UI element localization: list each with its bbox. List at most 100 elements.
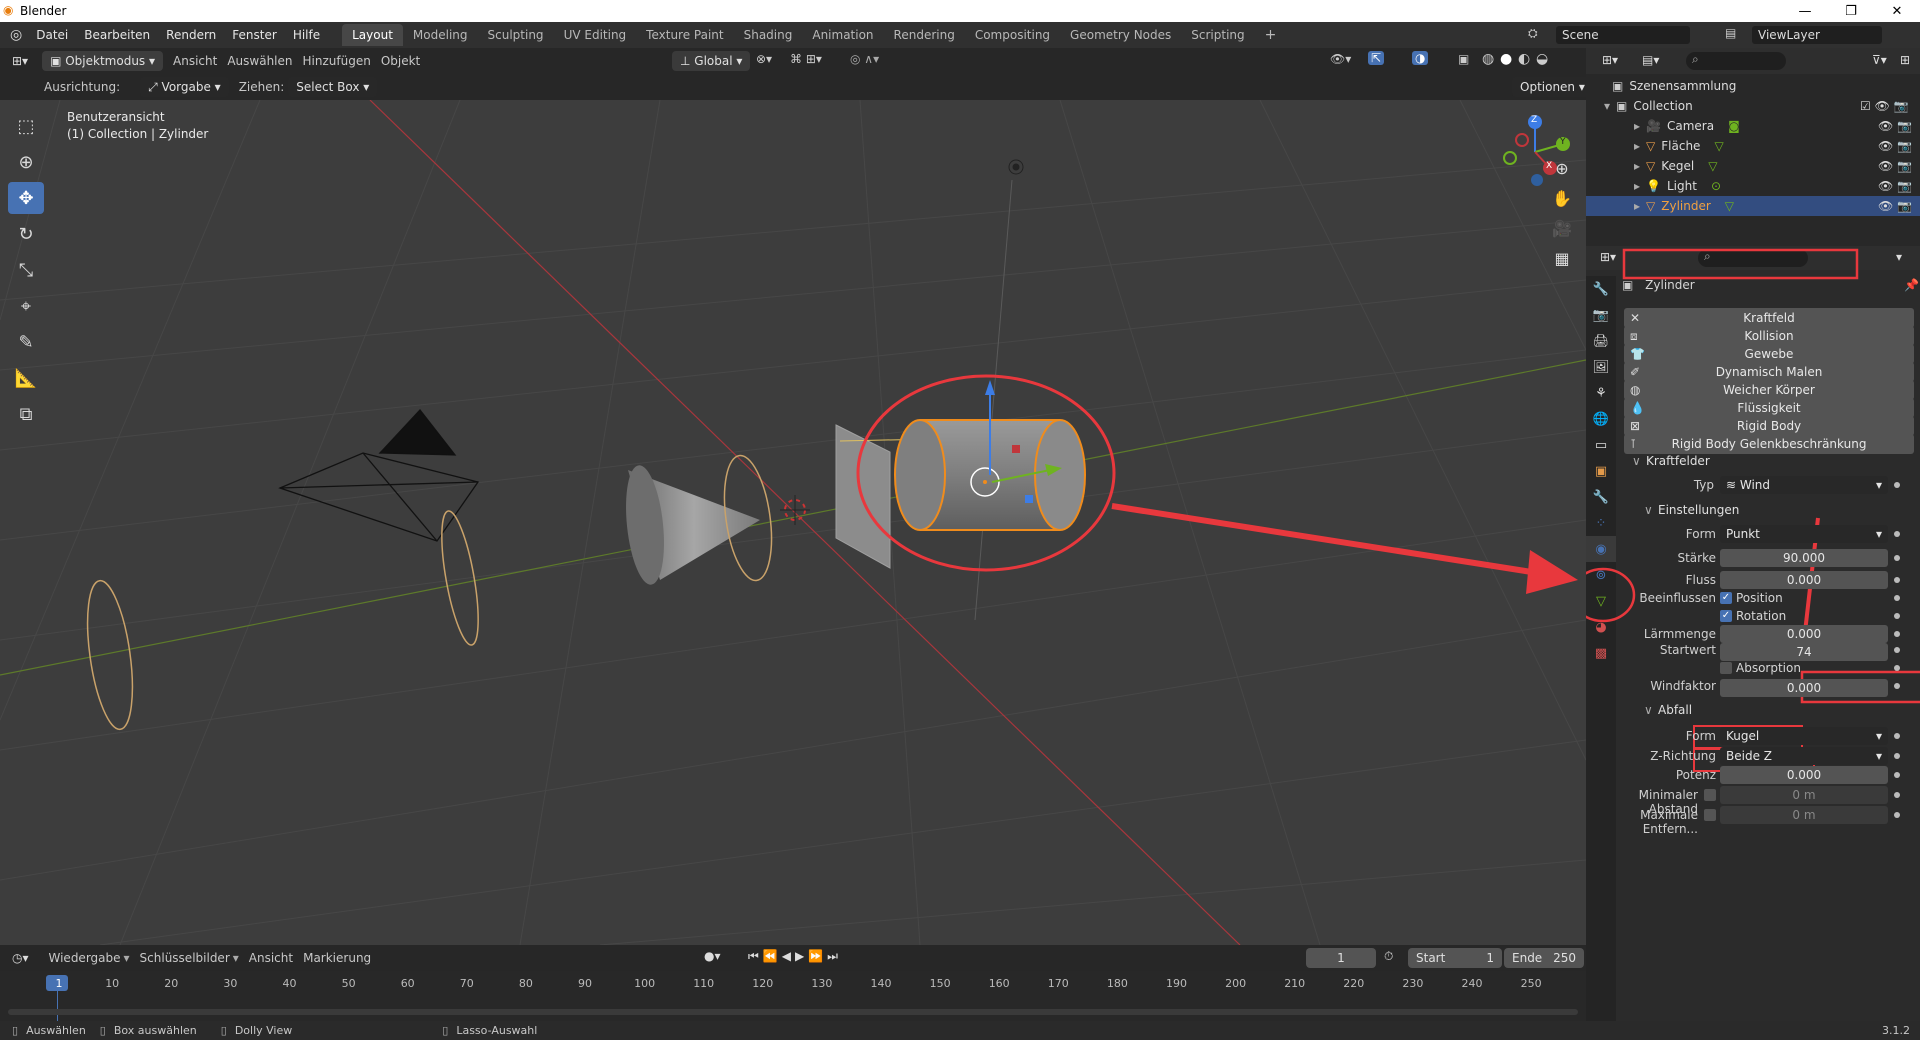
menu-bearbeiten[interactable]: Bearbeiten	[76, 28, 158, 42]
abfall-chevron-icon[interactable]: ∨	[1644, 703, 1653, 717]
max-entf-field[interactable]: 0 m	[1720, 806, 1888, 824]
playback-controls-icon[interactable]: ⏮⏪◀▶⏩⏭	[748, 949, 842, 964]
menu-ansicht[interactable]: Ansicht	[173, 54, 217, 68]
menu-datei[interactable]: Datei	[28, 28, 76, 42]
fluss-field[interactable]: 0.000	[1720, 571, 1888, 589]
viewlayer-selector[interactable]: ViewLayer	[1752, 26, 1882, 44]
tab-shading[interactable]: Shading	[734, 24, 803, 46]
visibility-render-icons[interactable]: 👁 📷	[1878, 199, 1912, 213]
ausrichtung-dropdown[interactable]: ⤢ Vorgabe ▾	[140, 77, 229, 97]
camera-view-icon[interactable]: 🎥	[1548, 214, 1576, 242]
visibility-render-icons[interactable]: 👁 📷	[1878, 119, 1912, 133]
menu-hinzufuegen[interactable]: Hinzufügen	[303, 54, 371, 68]
laermmenge-keyframe-dot[interactable]	[1894, 631, 1900, 637]
tab-animation[interactable]: Animation	[802, 24, 883, 46]
fluss-keyframe-dot[interactable]	[1894, 577, 1900, 583]
end-frame-field[interactable]: Ende 250	[1504, 948, 1584, 968]
maximize-button[interactable]: ❐	[1828, 0, 1874, 22]
kraftfelder-chevron-icon[interactable]: ∨	[1632, 454, 1641, 468]
typ-keyframe-dot[interactable]	[1894, 482, 1900, 488]
move-tool-icon[interactable]: ✥	[8, 182, 44, 214]
rotate-tool-icon[interactable]: ↻	[8, 218, 44, 250]
shading-rendered-icon[interactable]: ◒	[1536, 51, 1548, 67]
visibility-render-icons[interactable]: 👁 📷	[1878, 159, 1912, 173]
einstellungen-chevron-icon[interactable]: ∨	[1644, 503, 1653, 517]
gizmo-z-label[interactable]: Z	[1531, 115, 1537, 125]
tab-layout[interactable]: Layout	[342, 24, 403, 46]
blender-menu-icon[interactable]: ◎	[10, 27, 22, 43]
form-keyframe-dot[interactable]	[1894, 531, 1900, 537]
menu-rendern[interactable]: Rendern	[158, 28, 224, 42]
outliner-row-flaeche[interactable]: ▸ ▽ Fläche ▽ 👁 📷	[1586, 136, 1920, 156]
windfaktor-field[interactable]: 0.000	[1720, 679, 1888, 697]
potenz-field[interactable]: 0.000	[1720, 766, 1888, 784]
viewlayer-icon[interactable]: ▤	[1725, 26, 1736, 40]
staerke-field[interactable]: 90.000	[1720, 549, 1888, 567]
outliner-search-input[interactable]: ⌕	[1686, 52, 1786, 70]
potenz-keyframe-dot[interactable]	[1894, 772, 1900, 778]
expand-arrow-icon[interactable]: ▸	[1634, 179, 1640, 193]
absorption-keyframe-dot[interactable]	[1894, 665, 1900, 671]
pan-hand-icon[interactable]: ✋	[1548, 184, 1576, 212]
zrichtung-dropdown[interactable]: Beide Z ▾	[1720, 747, 1888, 765]
cursor-tool-icon[interactable]: ⊕	[8, 146, 44, 178]
gizmo-y-label[interactable]: Y	[1560, 137, 1566, 147]
outliner-editor-icon[interactable]: ⊞▾	[1602, 53, 1618, 67]
scale-tool-icon[interactable]: ⤡	[8, 254, 44, 286]
transform-tool-icon[interactable]: ⌖	[8, 290, 44, 322]
minimize-button[interactable]: —	[1782, 0, 1828, 22]
menu-auswaehlen[interactable]: Auswählen	[227, 54, 292, 68]
startwert-keyframe-dot[interactable]	[1894, 647, 1900, 653]
collection-checkbox-icon[interactable]: ☑ 👁 📷	[1860, 99, 1909, 113]
filter-icon[interactable]: ⊽▾	[1872, 53, 1887, 67]
timeline-menu-ansicht[interactable]: Ansicht	[249, 951, 293, 965]
options-dropdown[interactable]: Optionen ▾	[1512, 77, 1593, 97]
absorption-checkbox[interactable]	[1720, 662, 1732, 674]
ortho-grid-icon[interactable]: ▦	[1548, 244, 1576, 272]
staerke-keyframe-dot[interactable]	[1894, 555, 1900, 561]
timeline-scrollbar[interactable]	[8, 1009, 1578, 1015]
min-abstand-keyframe-dot[interactable]	[1894, 792, 1900, 798]
record-icon[interactable]: ●▾	[704, 949, 721, 963]
tab-uv-editing[interactable]: UV Editing	[554, 24, 637, 46]
tab-geometry-nodes[interactable]: Geometry Nodes	[1060, 24, 1181, 46]
position-keyframe-dot[interactable]	[1894, 595, 1900, 601]
tab-modeling[interactable]: Modeling	[403, 24, 478, 46]
outliner-row-collection[interactable]: ▾ ▣ Collection ☑ 👁 📷	[1586, 96, 1920, 116]
tab-sculpting[interactable]: Sculpting	[478, 24, 554, 46]
expand-arrow-icon[interactable]: ▸	[1634, 159, 1640, 173]
shading-wireframe-icon[interactable]: ◍	[1482, 51, 1494, 67]
scene-selector[interactable]: Scene	[1556, 26, 1690, 44]
windfaktor-keyframe-dot[interactable]	[1894, 683, 1900, 689]
proportional-edit-icon[interactable]: ◎ ∧▾	[850, 52, 879, 66]
stopwatch-icon[interactable]: ⏱	[1384, 949, 1393, 964]
collapse-arrow-icon[interactable]: ▾	[1604, 99, 1610, 113]
max-entf-checkbox[interactable]	[1704, 809, 1716, 821]
mode-dropdown[interactable]: ▣ Objektmodus ▾	[42, 51, 164, 71]
timeline-menu-markierung[interactable]: Markierung	[303, 951, 371, 965]
expand-arrow-icon[interactable]: ▸	[1634, 119, 1640, 133]
tab-compositing[interactable]: Compositing	[965, 24, 1060, 46]
tab-scripting[interactable]: Scripting	[1181, 24, 1254, 46]
close-button[interactable]: ✕	[1874, 0, 1920, 22]
outliner-row-kegel[interactable]: ▸ ▽ Kegel ▽ 👁 📷	[1586, 156, 1920, 176]
gizmo-toggle-icon[interactable]: ⇱	[1368, 51, 1385, 65]
3d-viewport[interactable]: Benutzeransicht (1) Collection | Zylinde…	[0, 100, 1586, 945]
timeline-menu-wiedergabe[interactable]: Wiedergabe	[49, 951, 121, 965]
rotation-checkbox[interactable]: ✓	[1720, 610, 1732, 622]
expand-arrow-icon[interactable]: ▸	[1634, 199, 1640, 213]
expand-arrow-icon[interactable]: ▸	[1634, 139, 1640, 153]
annotate-tool-icon[interactable]: ✎	[8, 326, 44, 358]
menu-objekt[interactable]: Objekt	[381, 54, 420, 68]
timeline-menu-schluesselbilder[interactable]: Schlüsselbilder	[140, 951, 230, 965]
outliner-row-camera[interactable]: ▸ 🎥 Camera ◙ 👁 📷	[1586, 116, 1920, 136]
max-entf-keyframe-dot[interactable]	[1894, 812, 1900, 818]
kraftfelder-header[interactable]: Kraftfelder	[1646, 454, 1710, 468]
select-box-icon[interactable]: ⬚	[8, 110, 44, 142]
abfall-header[interactable]: Abfall	[1658, 703, 1692, 717]
visibility-render-icons[interactable]: 👁 📷	[1878, 179, 1912, 193]
ziehen-dropdown[interactable]: Select Box ▾	[288, 77, 378, 97]
abfall-form-keyframe-dot[interactable]	[1894, 733, 1900, 739]
tab-texture-paint[interactable]: Texture Paint	[636, 24, 733, 46]
new-collection-icon[interactable]: ⊞	[1900, 53, 1910, 67]
